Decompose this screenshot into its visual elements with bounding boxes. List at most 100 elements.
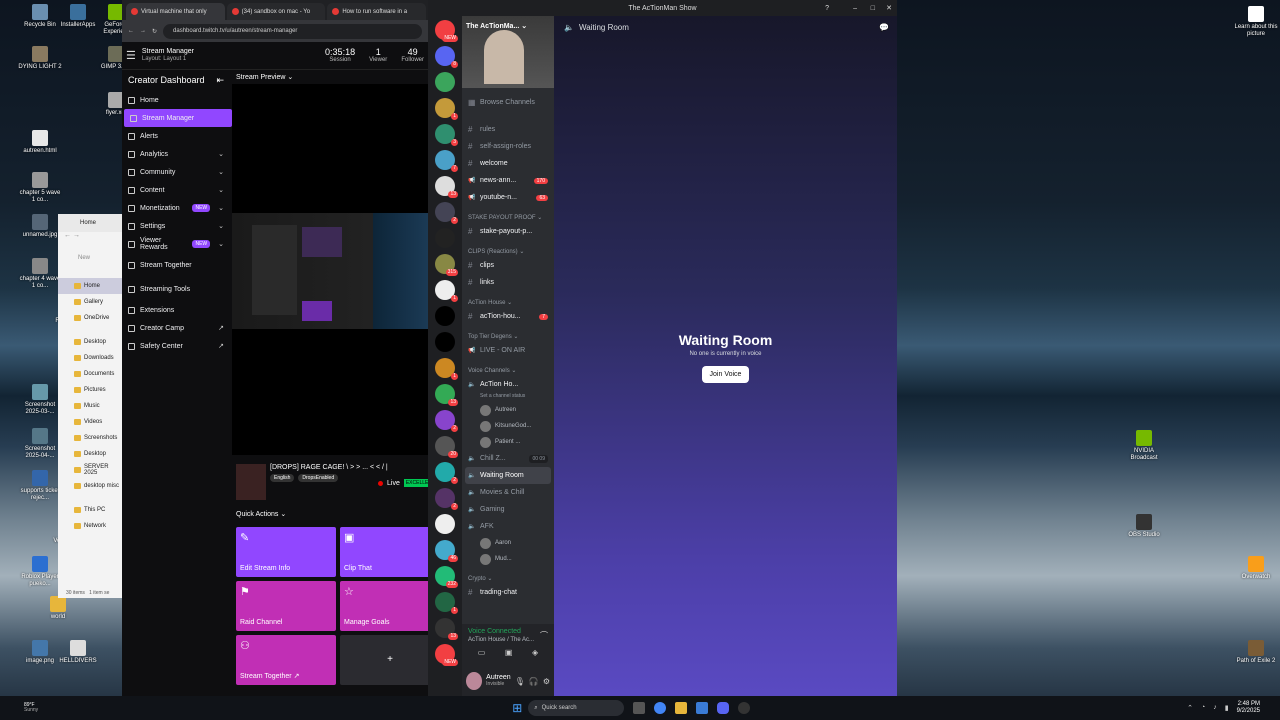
desktop-icon[interactable]: Overwatch — [1234, 556, 1278, 581]
channel-category[interactable]: Crypto ⌄ — [462, 567, 554, 584]
channel-category[interactable] — [462, 111, 554, 121]
nav-item[interactable]: Stream Manager — [124, 109, 232, 127]
nav-item[interactable]: Settings ⌄ — [122, 217, 230, 235]
desktop-icon[interactable]: world — [36, 596, 80, 621]
discord-taskbar-icon[interactable] — [717, 702, 730, 714]
camera-icon[interactable]: ▭ — [478, 648, 486, 657]
server-icon[interactable]: 1 — [435, 358, 458, 380]
explorer-nav-item[interactable]: Desktop — [58, 446, 122, 462]
channel-item[interactable]: # trading-chat — [462, 584, 554, 601]
screen-share-icon[interactable]: ▣ — [505, 648, 513, 657]
voice-user[interactable]: Autreen — [462, 402, 554, 418]
quick-action-tile[interactable]: ✎ Edit Stream Info — [236, 527, 336, 577]
tag[interactable]: English — [270, 474, 295, 482]
quick-action-tile[interactable]: ⚇ Stream Together ↗ — [236, 635, 336, 685]
desktop-icon[interactable]: chapter 4 wave 1 co... — [18, 258, 62, 290]
explorer-nav-item[interactable]: desktop misc — [58, 478, 122, 494]
layout-selector[interactable]: Stream Manager Layout: Layout 1 — [142, 48, 194, 62]
server-icon[interactable]: NEW — [435, 20, 458, 42]
channel-category[interactable]: Voice Channels ⌄ — [462, 359, 554, 376]
voice-channel-path[interactable]: AcTion House / The Ac... — [468, 637, 548, 643]
join-voice-button[interactable]: Join Voice — [701, 366, 750, 383]
explorer-nav-item[interactable]: SERVER 2025 — [58, 462, 122, 478]
chrome-icon[interactable] — [654, 702, 667, 714]
nav-item[interactable]: Stream Together — [122, 253, 230, 277]
desktop-icon[interactable]: NVIDIA Broadcast — [1122, 430, 1166, 462]
disconnect-icon[interactable]: ⌒ — [540, 630, 548, 641]
channel-category[interactable]: STAKE PAYOUT PROOF ⌄ — [462, 206, 554, 223]
explorer-nav-item[interactable]: Gallery — [58, 294, 122, 310]
explorer-nav-item[interactable]: OneDrive — [58, 310, 122, 326]
channel-item[interactable]: # acTion-hou... 7 — [462, 308, 554, 325]
channel-item[interactable]: 📢 youtube-n... 63 — [462, 189, 554, 206]
nav-item[interactable]: Viewer Rewards NEW ⌄ — [122, 235, 230, 253]
browser-tab[interactable]: How to run software in a — [327, 3, 427, 20]
explorer-nav-item[interactable]: Pictures — [58, 382, 122, 398]
server-icon[interactable]: NEW — [435, 644, 458, 666]
activity-icon[interactable]: ◈ — [532, 648, 538, 657]
server-icon[interactable] — [435, 228, 455, 248]
explorer-nav-item[interactable]: Downloads — [58, 350, 122, 366]
channel-status[interactable]: Set a channel status — [462, 393, 554, 402]
server-icon[interactable]: 232 — [435, 566, 458, 588]
explorer-nav-item[interactable]: Desktop — [58, 334, 122, 350]
nav-item[interactable]: Analytics ⌄ — [122, 145, 230, 163]
forward-icon[interactable]: → — [140, 28, 146, 34]
channel-item[interactable]: 🔈 Waiting Room — [465, 467, 551, 484]
weather-widget[interactable]: 89°F Sunny — [24, 702, 38, 714]
channel-item[interactable]: # rules — [462, 121, 554, 138]
tag[interactable]: DropsEnabled — [298, 474, 339, 482]
nav-item[interactable]: Streaming Tools — [122, 277, 230, 301]
headphones-icon[interactable]: 🎧 — [529, 677, 539, 686]
explorer-nav-item[interactable]: Videos — [58, 414, 122, 430]
nav-item[interactable]: Home — [122, 91, 230, 109]
chevron-up-icon[interactable]: ⌃ — [1187, 704, 1193, 712]
server-icon[interactable] — [435, 332, 455, 352]
task-view-icon[interactable] — [633, 702, 646, 714]
quick-action-tile[interactable]: ☆ Manage Goals — [340, 581, 440, 631]
explorer-nav-item[interactable]: Home — [58, 278, 122, 294]
quick-action-tile[interactable]: ▣ Clip That — [340, 527, 440, 577]
voice-user[interactable]: Mud... — [462, 551, 554, 567]
quick-actions-title[interactable]: Quick Actions ⌄ — [236, 510, 286, 518]
channel-item[interactable]: 📢 LIVE - ON AIR — [462, 342, 554, 359]
desktop-icon[interactable]: OBS Studio — [1122, 514, 1166, 539]
desktop-icon[interactable]: Path of Exile 2 — [1234, 640, 1278, 665]
channel-item[interactable]: 🔈 AcTion Ho... — [462, 376, 554, 393]
server-icon[interactable]: 46 — [435, 540, 458, 562]
channel-item[interactable]: # links — [462, 274, 554, 291]
voice-user[interactable]: Patient ... — [462, 434, 554, 450]
explorer-nav-item[interactable]: Screenshots — [58, 430, 122, 446]
channel-item[interactable]: 🔈 Gaming — [462, 501, 554, 518]
voice-user[interactable]: KitsuneGod... — [462, 418, 554, 434]
channel-item[interactable]: # clips — [462, 257, 554, 274]
channel-item[interactable]: 🔈 AFK — [462, 518, 554, 535]
nav-item[interactable]: Extensions — [122, 301, 230, 319]
nav-item[interactable]: Creator Camp ↗ — [122, 319, 230, 337]
desktop-icon[interactable]: supports ticket rejec... — [18, 470, 62, 502]
settings-gear-icon[interactable]: ⚙ — [543, 677, 550, 686]
wifi-icon[interactable]: ◔ — [1201, 704, 1205, 712]
explorer-nav-item[interactable]: Documents — [58, 366, 122, 382]
server-icon[interactable]: 315 — [435, 254, 458, 276]
server-icon[interactable]: 20 — [435, 436, 458, 458]
chat-icon[interactable]: 💬 — [879, 23, 889, 32]
minimize-icon[interactable]: – — [853, 5, 857, 12]
url-input[interactable]: dashboard.twitch.tv/u/autreen/stream-man… — [163, 23, 422, 39]
new-button[interactable]: New — [58, 248, 122, 268]
back-icon[interactable]: ← — [128, 28, 134, 34]
server-icon[interactable]: 2 — [435, 488, 458, 510]
file-explorer-icon[interactable] — [675, 702, 688, 714]
mic-icon[interactable]: 🎙 — [515, 677, 525, 686]
channel-item[interactable]: 🔈 Chill Z... 00 09 — [462, 450, 554, 467]
browser-tab[interactable]: (34) sandbox on mac - Yo — [226, 3, 326, 20]
desktop-icon[interactable]: HELLDIVERS — [56, 640, 100, 665]
server-icon[interactable]: 7 — [435, 150, 458, 172]
server-icon[interactable]: 1 — [435, 280, 458, 302]
channel-item[interactable]: # stake-payout-p... — [462, 223, 554, 240]
close-icon[interactable]: ✕ — [886, 4, 892, 12]
obs-taskbar-icon[interactable] — [738, 702, 751, 714]
start-icon[interactable]: ⊞ — [512, 701, 522, 715]
server-icon[interactable]: 8 — [435, 46, 458, 68]
quick-action-tile[interactable]: ⚑ Raid Channel — [236, 581, 336, 631]
